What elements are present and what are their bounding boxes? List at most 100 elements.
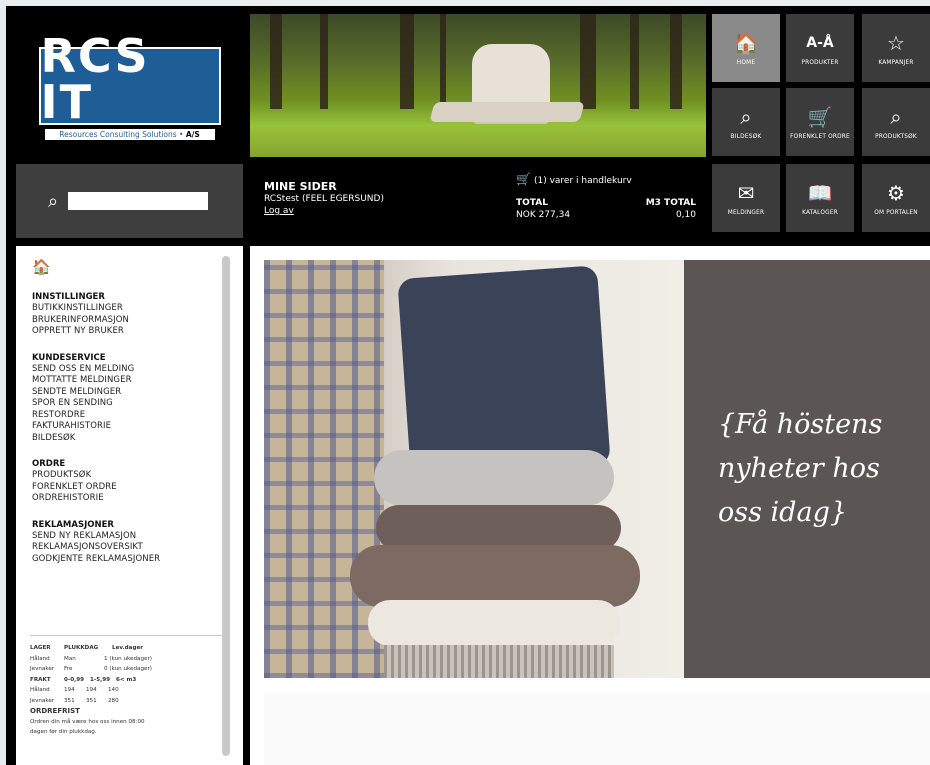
tile-label: FORENKLET ORDRE — [790, 133, 850, 140]
search-input[interactable] — [68, 192, 209, 210]
search-icon[interactable]: ⌕ — [48, 191, 58, 212]
plaid-blanket — [264, 260, 384, 678]
content-area — [264, 692, 930, 765]
info-cell: Jevnaker — [30, 666, 55, 672]
image-search-icon: ⌕ — [740, 104, 752, 129]
total-label: TOTAL — [516, 198, 548, 208]
total-value: NOK 277,34 — [516, 210, 571, 220]
logo-text: RCS IT — [40, 28, 150, 129]
az-icon: A-Å — [806, 34, 834, 51]
search-bar: ⌕ — [16, 164, 243, 238]
info-cell: Jevnaker — [30, 697, 55, 704]
tile-label: OM PORTALEN — [874, 209, 918, 216]
garden-chair-image — [472, 44, 550, 124]
info-cell: FRAKT — [30, 676, 51, 683]
info-cell: LAGER — [30, 645, 51, 651]
tile-label: HOME — [736, 59, 756, 66]
info-cell: 140 — [108, 687, 119, 693]
book-icon: 📖 — [807, 180, 833, 205]
sidebar-item[interactable]: SEND OSS EN MELDING — [32, 364, 220, 376]
cart-summary[interactable]: 🛒 (1) varer i handlekurv — [516, 172, 632, 186]
menu-group: INNSTILLINGER BUTIKKINSTILLINGER BRUKERINF… — [32, 292, 220, 338]
tile-label: KATALOGER — [802, 209, 838, 216]
sidebar-item[interactable]: FAKTURAHISTORIE — [32, 421, 220, 433]
info-cell: Lev.dager — [112, 645, 144, 651]
promo-quote: {Få höstens nyheter hos oss idag} — [718, 409, 883, 528]
gear-icon: ⚙ — [887, 180, 905, 205]
cart-count: (1) varer i handlekurv — [533, 176, 632, 186]
home-icon[interactable]: 🏠 — [32, 258, 51, 276]
tile-label: PRODUKTSØK — [875, 133, 917, 140]
tile-bildesok[interactable]: ⌕ BILDESØK — [712, 88, 780, 156]
envelope-icon: ✉ — [737, 180, 755, 205]
info-cell: 0 (kun ukedager) — [104, 666, 152, 672]
sidebar-item[interactable]: GODKJENTE REKLAMASJONER — [32, 554, 220, 566]
info-cell: 351 — [64, 697, 75, 704]
basket — [384, 645, 614, 678]
info-cell: Håland — [30, 655, 50, 662]
sidebar-item[interactable]: BILDESØK — [32, 433, 220, 445]
info-cell: 280 — [108, 697, 119, 704]
sidebar-item[interactable]: SENDTE MELDINGER — [32, 387, 220, 399]
home-icon: 🏠 — [733, 30, 759, 55]
sidebar-item[interactable]: ORDREHISTORIE — [32, 493, 220, 505]
sidebar-item[interactable]: OPPRETT NY BRUKER — [32, 326, 220, 338]
sidebar-item[interactable]: BUTIKKINSTILLINGER — [32, 303, 220, 315]
tile-kampanjer[interactable]: ☆ KAMPANJER — [862, 14, 930, 82]
promo-quote-box[interactable]: {Få höstens nyheter hos oss idag} — [684, 260, 930, 678]
info-cell: 1 (kun ukedager) — [104, 655, 152, 662]
sidebar-item[interactable]: BRUKERINFORMASJON — [32, 315, 220, 327]
cart-icon: 🛒 — [807, 104, 833, 129]
sidebar-item[interactable]: FORENKLET ORDRE — [32, 482, 220, 494]
m3-total-value: 0,10 — [675, 210, 696, 220]
menu-group: ORDRE PRODUKTSØK FORENKLET ORDRE ORDREHISTO… — [32, 459, 220, 505]
logo-area: RCS IT Resources Consulting Solutions • … — [16, 14, 243, 158]
main-content: {Få höstens nyheter hos oss idag} — [250, 246, 930, 765]
info-header-row: FRAKT 0-0,99 1-5,99 6< m3 — [30, 675, 224, 686]
info-row: Håland Man 1 (kun ukedager) — [30, 654, 224, 665]
mine-sider-title: MINE SIDER — [264, 180, 337, 193]
tile-kataloger[interactable]: 📖 KATALOGER — [786, 164, 854, 232]
tile-produktsok[interactable]: ⌕ PRODUKTSØK — [862, 88, 930, 156]
portal-frame: RCS IT Resources Consulting Solutions • … — [6, 6, 930, 765]
user-name: RCStest (FEEL EGERSUND) — [264, 194, 384, 204]
tile-meldinger[interactable]: ✉ MELDINGER — [712, 164, 780, 232]
info-row: Håland 194 194 140 — [30, 685, 224, 696]
menu-group-title: INNSTILLINGER — [32, 292, 105, 302]
info-cell: 194 — [86, 687, 97, 693]
sidebar-item[interactable]: RESTORDRE — [32, 410, 220, 422]
tile-label: MELDINGER — [727, 209, 765, 216]
sidebar-menu: INNSTILLINGER BUTIKKINSTILLINGER BRUKERINF… — [32, 292, 220, 580]
sidebar-item[interactable]: SPOR EN SENDING — [32, 398, 220, 410]
menu-group: REKLAMASJONER SEND NY REKLAMASJON REKLAMAS… — [32, 520, 220, 566]
ordrefrist-note: Ordren din må være hos oss innen 08:00 — [30, 718, 145, 725]
star-icon: ☆ — [887, 30, 905, 55]
tile-label: PRODUKTER — [801, 59, 839, 66]
info-cell: Man — [64, 655, 76, 662]
tile-forenklet[interactable]: 🛒 FORENKLET ORDRE — [786, 88, 854, 156]
info-cell: 1-5,99 — [90, 676, 111, 683]
menu-group-title: KUNDESERVICE — [32, 352, 106, 363]
tile-home[interactable]: 🏠 HOME — [712, 14, 780, 82]
ordrefrist-note: dagen før din plukkdag. — [30, 729, 97, 735]
sidebar-item[interactable]: MOTTATTE MELDINGER — [32, 375, 220, 387]
sidebar-item[interactable]: PRODUKTSØK — [32, 470, 220, 482]
rcs-it-logo[interactable]: RCS IT Resources Consulting Solutions • … — [38, 33, 221, 140]
info-cell: 194 — [64, 687, 75, 693]
info-row: Jevnaker 351 351 280 — [30, 696, 224, 707]
logout-link[interactable]: Log av — [264, 206, 294, 216]
info-cell: 351 — [86, 697, 97, 704]
tile-om[interactable]: ⚙ OM PORTALEN — [862, 164, 930, 232]
sidebar-item[interactable]: REKLAMASJONSOVERSIKT — [32, 542, 220, 554]
sidebar: 🏠 INNSTILLINGER BUTIKKINSTILLINGER BRUKERI… — [16, 246, 243, 765]
sidebar-scrollbar[interactable] — [222, 256, 230, 756]
pillows-banner-image[interactable] — [264, 260, 684, 678]
menu-group-title: REKLAMASJONER — [32, 519, 114, 530]
info-cell: Fre — [64, 666, 73, 672]
account-summary: MINE SIDER RCStest (FEEL EGERSUND) Log a… — [250, 164, 706, 238]
tile-label: BILDESØK — [730, 133, 762, 140]
tile-produkter[interactable]: A-Å PRODUKTER — [786, 14, 854, 82]
logo-tagline: Resources Consulting Solutions • A/S — [44, 128, 215, 140]
header-hero-image — [250, 14, 706, 157]
sidebar-item[interactable]: SEND NY REKLAMASJON — [32, 531, 220, 543]
